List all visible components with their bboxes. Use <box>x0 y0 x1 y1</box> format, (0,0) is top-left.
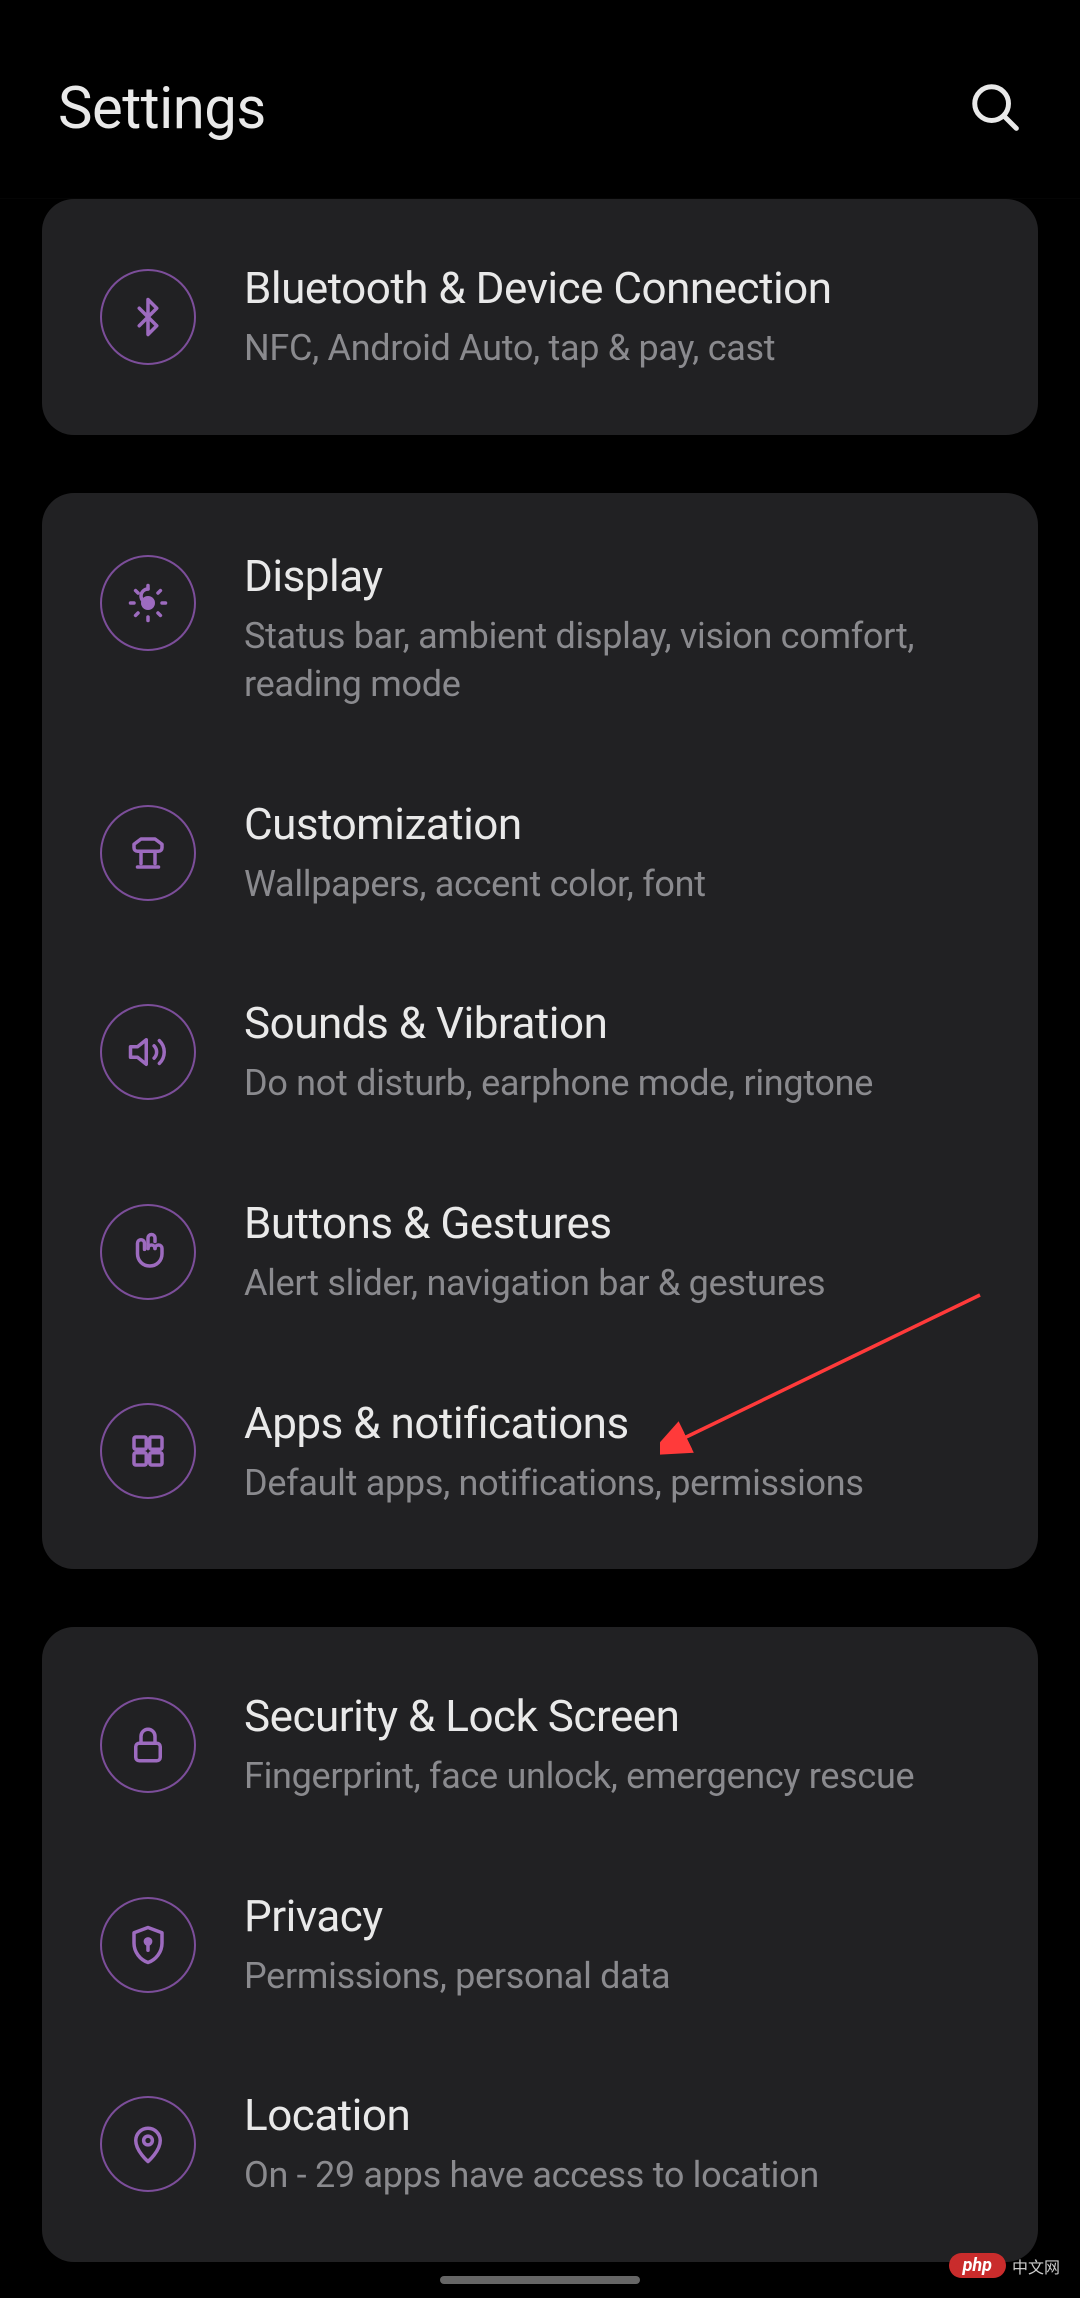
item-text: Location On - 29 apps have access to loc… <box>244 2088 980 2200</box>
item-subtitle: Fingerprint, face unlock, emergency resc… <box>244 1752 980 1801</box>
settings-item-security[interactable]: Security & Lock Screen Fingerprint, face… <box>42 1645 1038 1845</box>
item-text: Security & Lock Screen Fingerprint, face… <box>244 1689 980 1801</box>
item-title: Bluetooth & Device Connection <box>244 261 980 316</box>
item-subtitle: Default apps, notifications, permissions <box>244 1459 980 1508</box>
item-text: Customization Wallpapers, accent color, … <box>244 797 980 909</box>
watermark-text: 中文网 <box>1012 2254 1060 2278</box>
item-text: Display Status bar, ambient display, vis… <box>244 549 980 709</box>
settings-group-connectivity: Bluetooth & Device Connection NFC, Andro… <box>42 199 1038 435</box>
privacy-icon <box>100 1897 196 1993</box>
item-title: Buttons & Gestures <box>244 1196 980 1251</box>
item-title: Location <box>244 2088 980 2143</box>
settings-group-privacy: Security & Lock Screen Fingerprint, face… <box>42 1627 1038 2262</box>
item-subtitle: Permissions, personal data <box>244 1952 980 2001</box>
settings-item-buttons[interactable]: Buttons & Gestures Alert slider, navigat… <box>42 1152 1038 1352</box>
settings-item-location[interactable]: Location On - 29 apps have access to loc… <box>42 2044 1038 2244</box>
item-title: Customization <box>244 797 980 852</box>
settings-item-sounds[interactable]: Sounds & Vibration Do not disturb, earph… <box>42 952 1038 1152</box>
item-title: Display <box>244 549 980 604</box>
watermark-badge: php <box>949 2253 1006 2278</box>
item-text: Sounds & Vibration Do not disturb, earph… <box>244 996 980 1108</box>
home-indicator[interactable] <box>440 2276 640 2284</box>
item-subtitle: Alert slider, navigation bar & gestures <box>244 1259 980 1308</box>
item-subtitle: On - 29 apps have access to location <box>244 2151 980 2200</box>
item-subtitle: Status bar, ambient display, vision comf… <box>244 612 980 709</box>
item-title: Privacy <box>244 1889 980 1944</box>
settings-item-apps[interactable]: Apps & notifications Default apps, notif… <box>42 1352 1038 1552</box>
search-icon[interactable] <box>968 80 1022 138</box>
settings-item-customization[interactable]: Customization Wallpapers, accent color, … <box>42 753 1038 953</box>
location-icon <box>100 2096 196 2192</box>
settings-content: Bluetooth & Device Connection NFC, Andro… <box>0 199 1080 2262</box>
item-text: Bluetooth & Device Connection NFC, Andro… <box>244 261 980 373</box>
item-subtitle: Wallpapers, accent color, font <box>244 860 980 909</box>
bluetooth-icon <box>100 269 196 365</box>
page-title: Settings <box>58 75 266 143</box>
item-title: Sounds & Vibration <box>244 996 980 1051</box>
settings-item-bluetooth[interactable]: Bluetooth & Device Connection NFC, Andro… <box>42 217 1038 417</box>
gestures-icon <box>100 1204 196 1300</box>
watermark: php 中文网 <box>949 2253 1060 2278</box>
display-icon <box>100 555 196 651</box>
settings-item-display[interactable]: Display Status bar, ambient display, vis… <box>42 511 1038 753</box>
apps-icon <box>100 1403 196 1499</box>
customization-icon <box>100 805 196 901</box>
settings-group-device: Display Status bar, ambient display, vis… <box>42 493 1038 1570</box>
item-text: Privacy Permissions, personal data <box>244 1889 980 2001</box>
item-title: Apps & notifications <box>244 1396 980 1451</box>
settings-item-privacy[interactable]: Privacy Permissions, personal data <box>42 1845 1038 2045</box>
header: Settings <box>0 0 1080 198</box>
item-subtitle: NFC, Android Auto, tap & pay, cast <box>244 324 980 373</box>
item-text: Apps & notifications Default apps, notif… <box>244 1396 980 1508</box>
item-subtitle: Do not disturb, earphone mode, ringtone <box>244 1059 980 1108</box>
lock-icon <box>100 1697 196 1793</box>
sound-icon <box>100 1004 196 1100</box>
item-title: Security & Lock Screen <box>244 1689 980 1744</box>
item-text: Buttons & Gestures Alert slider, navigat… <box>244 1196 980 1308</box>
